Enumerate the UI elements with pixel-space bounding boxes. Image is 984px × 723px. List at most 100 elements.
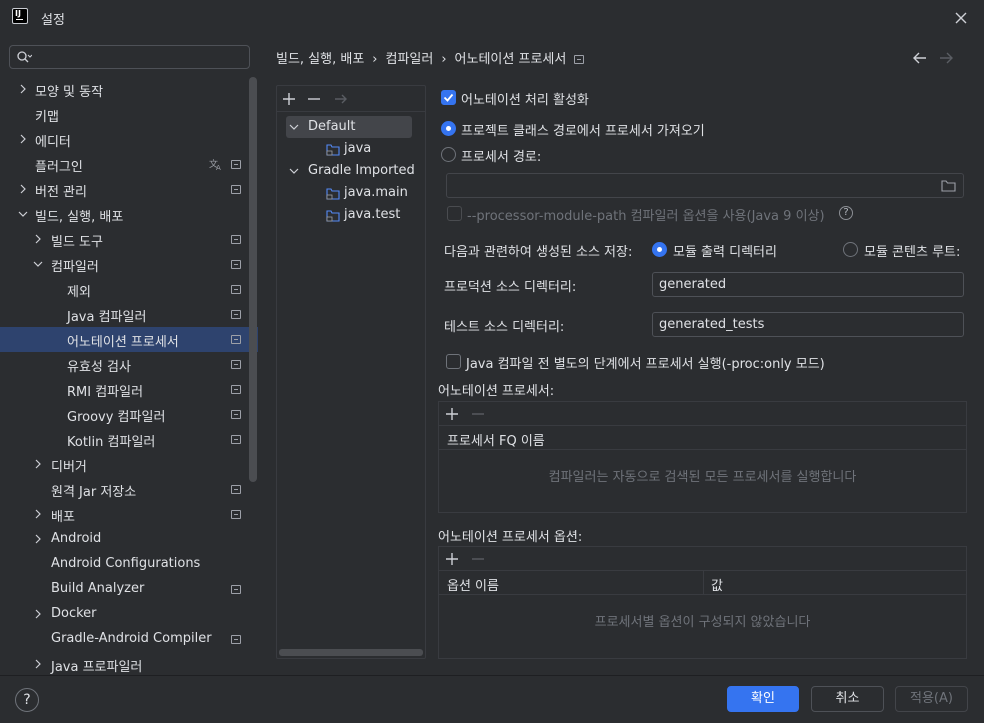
- ok-button[interactable]: 확인: [727, 686, 799, 712]
- profile-module-java-test[interactable]: java.test: [326, 204, 416, 226]
- sidebar-item-annotation-processors[interactable]: 어노테이션 프로세서: [0, 327, 258, 352]
- search-icon: [16, 50, 32, 64]
- chevron-down-icon: [289, 168, 299, 174]
- sidebar-item-label: 버전 관리: [35, 185, 87, 200]
- sidebar-item-plugins[interactable]: 플러그인 文A: [0, 152, 258, 177]
- profile-label: Gradle Imported: [308, 163, 415, 178]
- sidebar-item-debugger[interactable]: 디버거: [0, 452, 258, 477]
- sidebar-item-label: 빌드 도구: [51, 235, 103, 250]
- module-output-dir-label: 모듈 출력 디렉터리: [673, 245, 777, 260]
- proc-only-checkbox[interactable]: [446, 354, 461, 369]
- processors-table: 프로세서 FQ 이름 컴파일러는 자동으로 검색된 모든 프로세서를 실행합니다: [438, 401, 967, 513]
- apply-button[interactable]: 적용(A): [895, 686, 968, 712]
- breadcrumb-item[interactable]: 컴파일러: [386, 52, 434, 67]
- sidebar-item-deployment[interactable]: 배포: [0, 502, 258, 527]
- project-level-icon: [231, 185, 241, 194]
- back-arrow-icon[interactable]: [912, 51, 928, 65]
- sidebar-item-label: 배포: [51, 510, 75, 525]
- sidebar-item-android-configurations[interactable]: Android Configurations: [0, 552, 258, 577]
- sidebar-item-label: Android: [51, 531, 102, 546]
- enable-processing-label: 어노테이션 처리 활성화: [461, 93, 589, 108]
- profile-label: java: [344, 141, 372, 156]
- profile-label: Default: [308, 119, 356, 134]
- sidebar-item-validation[interactable]: 유효성 검사: [0, 352, 258, 377]
- sidebar-item-label: 어노테이션 프로세서: [67, 335, 179, 350]
- profile-label: java.test: [344, 207, 401, 222]
- sidebar-item-build[interactable]: 빌드, 실행, 배포: [0, 202, 258, 227]
- breadcrumb-separator: ›: [441, 52, 447, 67]
- sidebar-item-docker[interactable]: Docker: [0, 602, 258, 627]
- sidebar-item-excludes[interactable]: 제외: [0, 277, 258, 302]
- obtain-from-classpath-radio[interactable]: [441, 121, 456, 136]
- sidebar-item-label: Java 컴파일러: [67, 310, 147, 325]
- project-level-icon: [231, 260, 241, 269]
- project-level-icon: [574, 55, 585, 64]
- sidebar-item-editor[interactable]: 에디터: [0, 127, 258, 152]
- profile-module-java[interactable]: java: [326, 138, 416, 160]
- processor-path-radio[interactable]: [441, 147, 456, 162]
- project-level-icon: [231, 485, 241, 494]
- sidebar-item-gradle-android-compiler[interactable]: Gradle-Android Compiler: [0, 627, 258, 652]
- sidebar-item-java-profiler[interactable]: Java 프로파일러: [0, 652, 258, 677]
- sidebar-item-android[interactable]: Android: [0, 527, 258, 552]
- processors-empty-text: 컴파일러는 자동으로 검색된 모든 프로세서를 실행합니다: [548, 470, 857, 485]
- sidebar-item-label: 에디터: [35, 135, 71, 150]
- production-dir-input[interactable]: generated: [652, 272, 964, 297]
- sidebar-item-keymap[interactable]: 키맵: [0, 102, 258, 127]
- window-title: 설정: [41, 13, 65, 28]
- module-content-root-radio[interactable]: [843, 242, 858, 257]
- forward-arrow-icon: [938, 51, 954, 65]
- sidebar-scrollbar[interactable]: [249, 77, 257, 482]
- cancel-button[interactable]: 취소: [811, 686, 884, 712]
- sidebar-item-compiler[interactable]: 컴파일러: [0, 252, 258, 277]
- profile-module-java-main[interactable]: java.main: [326, 182, 416, 204]
- profiles-scrollbar[interactable]: [279, 649, 423, 656]
- column-header-value: 값: [711, 579, 723, 594]
- processor-path-label: 프로세서 경로:: [461, 150, 542, 165]
- help-button[interactable]: ?: [15, 688, 39, 712]
- sidebar-item-label: 원격 Jar 저장소: [51, 485, 137, 500]
- sidebar-item-label: Groovy 컴파일러: [67, 410, 166, 425]
- project-level-icon: [231, 235, 241, 244]
- sidebar-item-label: Kotlin 컴파일러: [67, 435, 156, 450]
- settings-search-input[interactable]: [9, 45, 250, 69]
- sidebar-item-java-compiler[interactable]: Java 컴파일러: [0, 302, 258, 327]
- column-header: 프로세서 FQ 이름: [447, 434, 545, 449]
- sidebar-item-kotlin-compiler[interactable]: Kotlin 컴파일러: [0, 427, 258, 452]
- breadcrumb-item[interactable]: 빌드, 실행, 배포: [276, 52, 364, 67]
- breadcrumb-separator: ›: [372, 52, 378, 67]
- folder-icon: [941, 180, 956, 192]
- module-output-dir-radio[interactable]: [652, 242, 667, 257]
- help-question-icon[interactable]: ?: [839, 206, 853, 220]
- sidebar-item-groovy-compiler[interactable]: Groovy 컴파일러: [0, 402, 258, 427]
- add-icon: [283, 93, 295, 105]
- sidebar-item-label: 디버거: [51, 460, 87, 475]
- test-dir-input[interactable]: generated_tests: [652, 312, 964, 337]
- sidebar-item-label: Android Configurations: [51, 556, 201, 571]
- sidebar-item-label: 모양 및 동작: [35, 85, 104, 100]
- profile-gradle-imported[interactable]: Gradle Imported: [286, 160, 424, 182]
- title-bar: IJ 설정: [0, 0, 984, 36]
- sidebar-item-appearance[interactable]: 모양 및 동작: [0, 77, 258, 102]
- chevron-down-icon: [289, 124, 299, 130]
- store-generated-label: 다음과 관련하여 생성된 소스 저장:: [444, 245, 633, 260]
- close-icon[interactable]: [951, 8, 971, 28]
- processors-toolbar: [439, 402, 966, 426]
- project-level-icon: [231, 360, 241, 369]
- sidebar-item-rmi-compiler[interactable]: RMI 컴파일러: [0, 377, 258, 402]
- sidebar-item-vcs[interactable]: 버전 관리: [0, 177, 258, 202]
- project-level-icon: [231, 385, 241, 394]
- test-dir-label: 테스트 소스 디렉터리:: [444, 320, 565, 335]
- column-header-option-name: 옵션 이름: [447, 579, 499, 594]
- project-level-icon: [231, 310, 241, 319]
- enable-processing-checkbox[interactable]: [441, 90, 456, 105]
- processors-table-title: 어노테이션 프로세서:: [438, 384, 555, 399]
- profile-default[interactable]: Default: [286, 116, 412, 138]
- breadcrumb: 빌드, 실행, 배포 › 컴파일러 › 어노테이션 프로세서: [276, 48, 585, 68]
- module-content-root-label: 모듈 콘텐츠 루트:: [864, 245, 961, 260]
- sidebar-item-build-analyzer[interactable]: Build Analyzer: [0, 577, 258, 602]
- sidebar-item-build-tools[interactable]: 빌드 도구: [0, 227, 258, 252]
- sidebar-item-label: 컴파일러: [51, 260, 99, 275]
- sidebar-item-label: 제외: [67, 285, 91, 300]
- sidebar-item-remote-jar[interactable]: 원격 Jar 저장소: [0, 477, 258, 502]
